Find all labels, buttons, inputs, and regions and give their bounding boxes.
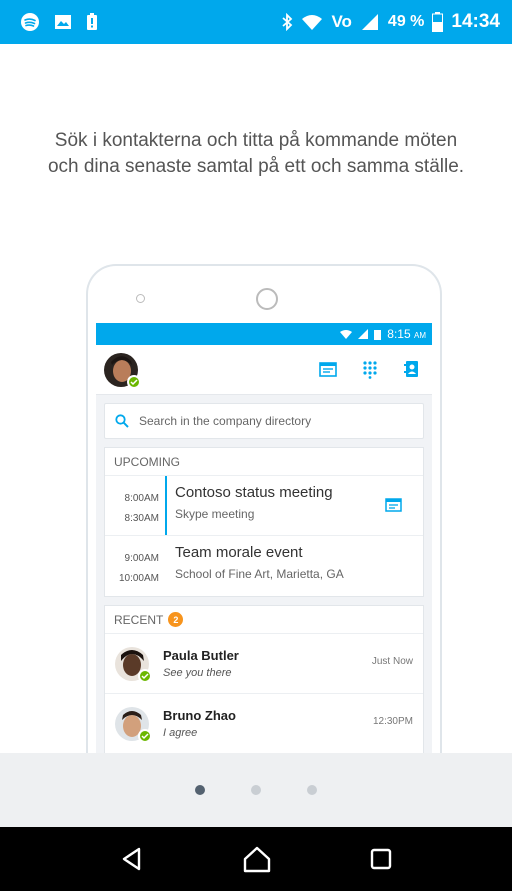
wifi-icon (302, 15, 323, 30)
presence-available-icon (138, 668, 152, 683)
meeting-item[interactable]: 8:00AM 8:30AM Contoso status meeting Sky… (105, 476, 423, 536)
presence-available-icon (127, 374, 141, 389)
page-indicator (0, 753, 512, 827)
screen-header (96, 345, 432, 395)
upcoming-title: UPCOMING (105, 448, 423, 476)
search-input[interactable]: Search in the company directory (104, 403, 424, 439)
meeting-start: 8:00AM (124, 493, 159, 504)
contact-name: Paula Butler (163, 648, 239, 663)
meeting-end: 10:00AM (118, 573, 159, 584)
volte-icon: Vo (331, 12, 352, 31)
message-time: 12:30PM (372, 716, 413, 727)
intro-text: Sök i kontakterna och titta på kommande … (20, 128, 492, 180)
contacts-icon[interactable] (402, 359, 422, 379)
recent-conversation[interactable]: Paula Butler See you there Just Now (105, 634, 423, 694)
screen-time: 8:15 (387, 327, 411, 341)
screen-ampm: AM (414, 331, 426, 340)
recent-title: RECENT 2 (105, 606, 423, 634)
upcoming-card: UPCOMING 8:00AM 8:30AM Contoso status me… (104, 447, 424, 597)
signal-icon (358, 329, 369, 339)
search-placeholder: Search in the company directory (139, 414, 312, 428)
recent-conversation[interactable]: Bruno Zhao I agree 12:30PM (105, 694, 423, 753)
signal-icon (361, 14, 378, 30)
meeting-item[interactable]: 9:00AM 10:00AM Team morale event School … (105, 536, 423, 596)
status-bar: Vo 49 % 14:34 (0, 0, 512, 44)
spotify-icon (21, 13, 39, 31)
bluetooth-icon (282, 13, 293, 31)
search-icon (115, 414, 129, 428)
meeting-end: 8:30AM (124, 513, 159, 524)
message-time: Just Now (371, 656, 413, 667)
battery-icon (432, 12, 444, 32)
image-icon (55, 15, 71, 29)
recent-label: RECENT (114, 612, 164, 627)
page-dot-2[interactable] (251, 785, 261, 795)
screen-status-bar: 8:15 AM (96, 323, 432, 345)
back-icon[interactable] (119, 846, 145, 872)
meeting-start: 9:00AM (124, 553, 159, 564)
contact-avatar (115, 706, 152, 743)
page-dot-3[interactable] (307, 785, 317, 795)
dialpad-icon[interactable] (360, 359, 380, 379)
battery-icon (374, 329, 382, 340)
contact-name: Bruno Zhao (163, 708, 236, 723)
alert-icon (87, 13, 97, 30)
calendar-icon[interactable] (318, 359, 338, 379)
presence-available-icon (138, 728, 152, 743)
phone-screen: 8:15 AM Search in the company directory … (96, 323, 432, 753)
recent-card: RECENT 2 Paula Butler See you there Just… (104, 605, 424, 753)
page-dot-1[interactable] (195, 785, 205, 795)
meeting-title: Team morale event (175, 544, 303, 561)
last-message: I agree (163, 727, 198, 739)
intro-line-1: Sök i kontakterna och titta på kommande … (54, 130, 458, 151)
phone-sensor (256, 288, 278, 310)
recents-icon[interactable] (369, 847, 393, 871)
home-icon[interactable] (242, 845, 272, 873)
wifi-icon (340, 330, 353, 339)
meeting-times: 9:00AM 10:00AM (105, 536, 165, 596)
meeting-times: 8:00AM 8:30AM (105, 476, 165, 535)
avatar[interactable] (104, 352, 141, 389)
clock: 14:34 (451, 11, 500, 32)
contact-avatar (115, 646, 152, 683)
join-meeting-icon[interactable] (385, 496, 403, 514)
intro-line-2: och dina senaste samtal på ett och samma… (47, 156, 465, 177)
meeting-subtitle: School of Fine Art, Marietta, GA (175, 567, 344, 581)
battery-percent: 49 % (387, 13, 425, 30)
last-message: See you there (163, 667, 232, 679)
phone-camera (136, 294, 145, 303)
recent-count-badge: 2 (168, 612, 184, 627)
navigation-bar (0, 827, 512, 891)
